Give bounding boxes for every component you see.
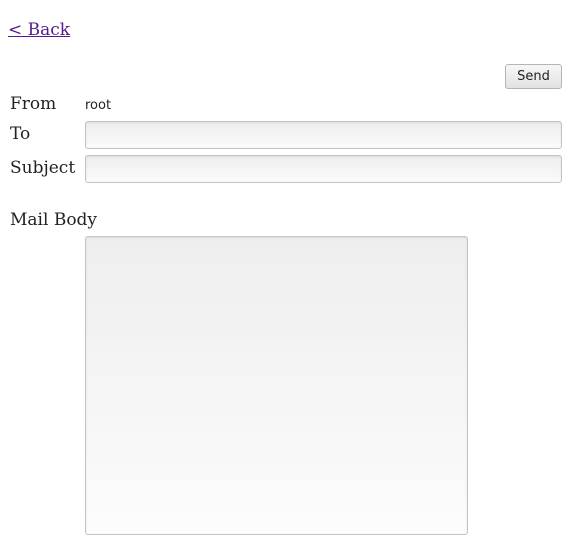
to-label: To bbox=[10, 124, 31, 144]
to-input[interactable] bbox=[85, 121, 562, 149]
from-value: root bbox=[85, 98, 112, 113]
mail-body-label: Mail Body bbox=[10, 210, 98, 230]
subject-input[interactable] bbox=[85, 155, 562, 183]
back-link[interactable]: < Back bbox=[8, 20, 70, 40]
from-label: From bbox=[10, 94, 57, 114]
mail-body-textarea[interactable] bbox=[85, 236, 468, 535]
subject-label: Subject bbox=[10, 158, 76, 178]
send-button[interactable]: Send bbox=[505, 64, 562, 89]
